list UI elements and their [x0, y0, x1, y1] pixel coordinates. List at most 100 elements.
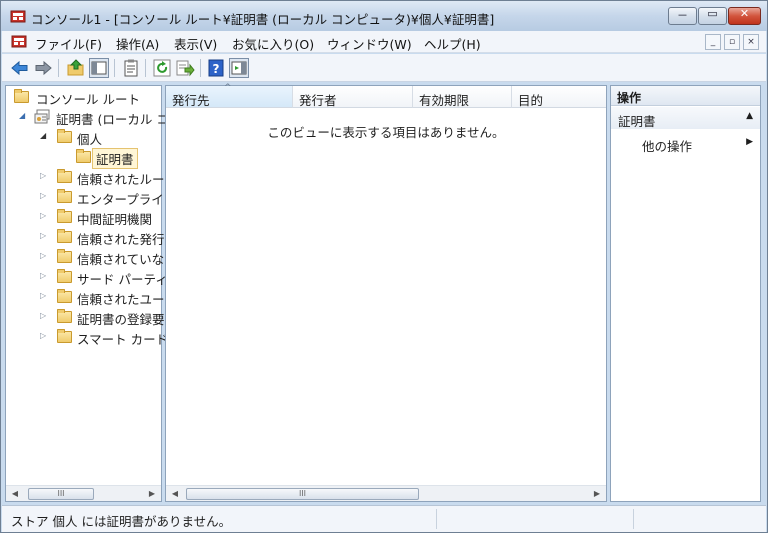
- tree-node-label: 証明書の登録要: [77, 312, 165, 327]
- minimize-button[interactable]: －: [668, 7, 697, 25]
- toolbar-separator: [145, 59, 146, 77]
- tree-node-label: 信頼されたルー: [77, 172, 165, 187]
- results-horizontal-scrollbar[interactable]: ◀ III ▶: [166, 485, 606, 501]
- maximize-button[interactable]: ▭: [698, 7, 727, 25]
- toolbar: ?: [2, 54, 766, 82]
- toolbar-separator: [58, 59, 59, 77]
- collapsed-arrow-icon[interactable]: ▷: [40, 311, 50, 320]
- column-label: 発行先: [172, 93, 210, 108]
- column-label: 目的: [518, 93, 544, 108]
- tree-node-label: 信頼されていな: [77, 252, 165, 267]
- collapsed-arrow-icon[interactable]: ▷: [40, 291, 50, 300]
- toolbar-separator: [200, 59, 201, 77]
- folder-icon: [57, 129, 72, 143]
- child-restore-button[interactable]: ▫: [724, 34, 740, 50]
- minimize-icon: －: [677, 9, 688, 22]
- window-title: コンソール1 - [コンソール ルート¥証明書 (ローカル コンピュータ)¥個人…: [31, 12, 495, 27]
- folder-icon: [57, 269, 72, 283]
- show-hide-action-pane-icon[interactable]: [229, 58, 249, 78]
- menu-window[interactable]: ウィンドウ(W): [327, 34, 412, 53]
- collapsed-arrow-icon[interactable]: ▷: [40, 211, 50, 220]
- action-more-actions[interactable]: 他の操作: [642, 136, 692, 155]
- folder-icon: [57, 249, 72, 263]
- sort-ascending-icon: ^: [224, 83, 232, 93]
- up-folder-icon[interactable]: [66, 58, 86, 78]
- tree-node-label: スマート カード: [77, 332, 169, 347]
- export-list-icon[interactable]: [175, 58, 195, 78]
- collapsed-arrow-icon[interactable]: ▷: [40, 251, 50, 260]
- console-tree-pane: コンソール ルート ◢ 証明書 (ローカル コ ◢ 個人 証明書 ▷ 信頼された…: [5, 85, 169, 502]
- show-hide-tree-icon[interactable]: [89, 58, 109, 78]
- actions-header: 操作: [611, 86, 760, 106]
- status-bar-panel: [633, 509, 765, 529]
- collapsed-arrow-icon[interactable]: ▷: [40, 331, 50, 340]
- collapsed-arrow-icon[interactable]: ▷: [40, 231, 50, 240]
- tree-node-label: 証明書 (ローカル コ: [56, 112, 169, 127]
- scroll-right-icon[interactable]: ▶: [146, 488, 158, 499]
- close-button[interactable]: ✕: [728, 7, 761, 25]
- folder-icon: [14, 89, 29, 103]
- folder-icon: [57, 189, 72, 203]
- folder-icon: [57, 209, 72, 223]
- svg-text:?: ?: [213, 62, 220, 76]
- actions-section-label: 証明書: [618, 114, 656, 129]
- scroll-left-icon[interactable]: ◀: [9, 488, 21, 499]
- scrollbar-thumb[interactable]: III: [186, 488, 419, 500]
- folder-icon: [57, 169, 72, 183]
- menu-view[interactable]: 表示(V): [174, 34, 217, 53]
- refresh-icon[interactable]: [152, 58, 172, 78]
- empty-list-message: このビューに表示する項目はありません。: [267, 125, 505, 140]
- tree-node-label: エンタープライ: [77, 192, 164, 207]
- column-label: 発行者: [299, 93, 337, 108]
- scrollbar-thumb[interactable]: III: [28, 488, 94, 500]
- folder-icon: [57, 289, 72, 303]
- column-header-expiration-date[interactable]: 有効期限: [413, 86, 512, 108]
- status-bar: ストア 個人 には証明書がありません。: [2, 505, 766, 532]
- mmc-window: コンソール1 - [コンソール ルート¥証明書 (ローカル コンピュータ)¥個人…: [0, 0, 768, 533]
- expanded-arrow-icon[interactable]: ◢: [19, 111, 29, 120]
- scroll-right-icon[interactable]: ▶: [591, 488, 603, 499]
- back-icon[interactable]: [10, 58, 30, 78]
- child-minimize-button[interactable]: _: [705, 34, 721, 50]
- document-icon[interactable]: [11, 34, 27, 49]
- maximize-icon: ▭: [707, 7, 718, 20]
- column-header-issued-by[interactable]: 発行者: [293, 86, 413, 108]
- column-header-issued-to[interactable]: 発行先 ^: [166, 83, 293, 108]
- help-icon[interactable]: ?: [206, 58, 226, 78]
- title-bar[interactable]: コンソール1 - [コンソール ルート¥証明書 (ローカル コンピュータ)¥個人…: [1, 1, 767, 31]
- menu-favorites[interactable]: お気に入り(O): [232, 34, 314, 53]
- menu-action[interactable]: 操作(A): [116, 34, 159, 53]
- tree-node-label: コンソール ルート: [36, 92, 140, 107]
- tree-node-label: 信頼された発行: [77, 232, 165, 247]
- collapse-section-icon[interactable]: ▲: [746, 111, 753, 121]
- status-bar-panel: [436, 509, 632, 529]
- collapsed-arrow-icon[interactable]: ▷: [40, 171, 50, 180]
- forward-icon[interactable]: [33, 58, 53, 78]
- scroll-left-icon[interactable]: ◀: [169, 488, 181, 499]
- child-close-button[interactable]: ×: [743, 34, 759, 50]
- properties-icon[interactable]: [121, 58, 141, 78]
- expanded-arrow-icon[interactable]: ◢: [40, 131, 50, 140]
- mmc-app-icon: [10, 10, 26, 23]
- actions-pane: 操作 証明書 ▲ 他の操作 ▶: [610, 85, 761, 502]
- menu-file[interactable]: ファイル(F): [35, 34, 102, 53]
- collapsed-arrow-icon[interactable]: ▷: [40, 191, 50, 200]
- submenu-arrow-icon[interactable]: ▶: [746, 137, 753, 147]
- column-header-purposes[interactable]: 目的: [512, 86, 606, 108]
- close-icon: ✕: [739, 7, 750, 20]
- certificate-store-icon: [34, 109, 50, 124]
- toolbar-separator: [114, 59, 115, 77]
- results-pane: 発行先 ^ 発行者 有効期限 目的 このビューに表示する項目はありません。 ◀ …: [165, 83, 607, 502]
- menu-help[interactable]: ヘルプ(H): [424, 34, 481, 53]
- tree-node-label: 中間証明機関: [77, 212, 153, 227]
- folder-icon: [57, 329, 72, 343]
- menu-bar: ファイル(F) 操作(A) 表示(V) お気に入り(O) ウィンドウ(W) ヘル…: [2, 31, 766, 53]
- tree-node-label: 証明書: [92, 148, 138, 169]
- folder-icon: [57, 309, 72, 323]
- tree-node-label: 信頼されたユー: [77, 292, 165, 307]
- tree-horizontal-scrollbar[interactable]: ◀ III ▶: [6, 485, 161, 501]
- tree-node-label: 個人: [77, 132, 103, 147]
- actions-section-certificates[interactable]: 証明書 ▲: [611, 107, 760, 129]
- column-label: 有効期限: [419, 93, 470, 108]
- collapsed-arrow-icon[interactable]: ▷: [40, 271, 50, 280]
